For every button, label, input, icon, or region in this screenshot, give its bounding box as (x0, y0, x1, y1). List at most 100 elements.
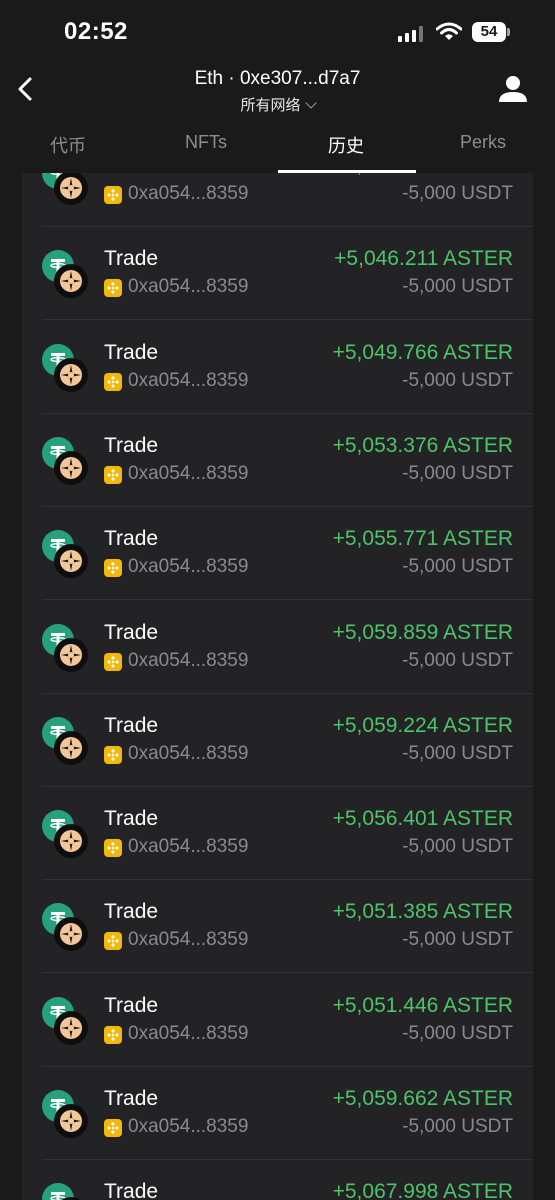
received-amount: +5,051.446 ASTER (332, 993, 513, 1017)
transaction-type: Trade (104, 173, 158, 178)
transaction-row[interactable]: Trade 0xa054...8359 +5,053.376 ASTER -5,000… (42, 413, 533, 507)
transaction-row[interactable]: Trade 0xa054...8359 +5,051.385 ASTER -5,000… (42, 879, 533, 974)
transaction-type: Trade (104, 247, 159, 271)
transaction-type: Trade (104, 807, 159, 831)
transaction-type: Trade (104, 433, 159, 457)
bnb-chain-icon (104, 372, 122, 391)
counterparty-address: 0xa054...8359 (128, 276, 249, 298)
counterparty-address: 0xa054...8359 (128, 462, 249, 484)
transaction-type: Trade (104, 900, 159, 924)
received-amount: +5,051.385 ASTER (332, 900, 513, 924)
transaction-row[interactable]: Trade 0xa054...8359 +5,051.446 ASTER -5,000… (42, 973, 533, 1067)
aster-icon (54, 1010, 88, 1045)
header-title-group[interactable]: Eth · 0xe307...d7a7 所有网络 (0, 68, 555, 115)
received-amount: +5,056.401 ASTER (332, 807, 513, 831)
active-tab-indicator (278, 170, 416, 173)
bnb-chain-icon (104, 1025, 122, 1044)
received-amount: +5,059.859 ASTER (332, 620, 513, 644)
aster-icon (54, 173, 88, 205)
transaction-row[interactable]: Trade 0xa054...8359 +5,055.771 ASTER -5,000… (42, 506, 533, 601)
bnb-chain-icon (104, 1119, 122, 1137)
sent-amount: -5,000 USDT (402, 462, 513, 484)
aster-icon (54, 637, 88, 672)
sent-amount: -5,000 USDT (402, 742, 513, 764)
cellular-signal-icon (398, 26, 424, 42)
profile-icon[interactable] (498, 74, 528, 104)
sent-amount: -5,000 USDT (402, 1116, 513, 1137)
transaction-row[interactable]: Trade0xa054...8359+5,067.998 ASTER-5,000… (42, 1159, 533, 1200)
transaction-type: Trade (104, 340, 159, 364)
transaction-row[interactable]: Trade 0xa054...8359 +5,059.662 ASTER -5,000… (42, 1066, 533, 1160)
transaction-type: Trade (104, 527, 159, 551)
bnb-chain-icon (104, 745, 122, 764)
status-bar: 02:52 54 (0, 0, 555, 62)
aster-icon (54, 824, 88, 859)
sent-amount: -5,000 USDT (402, 276, 513, 298)
counterparty-address: 0xa054...8359 (128, 556, 249, 578)
transaction-row[interactable]: Trade 0xa054...8359 +5,046.891 ASTER -5,000… (42, 173, 533, 227)
battery-cap (507, 28, 510, 36)
sent-amount: -5,000 USDT (402, 556, 513, 578)
wallet-title: Eth · 0xe307...d7a7 (194, 68, 361, 89)
sent-amount: -5,000 USDT (402, 836, 513, 858)
bnb-chain-icon (104, 652, 122, 671)
transaction-row[interactable]: Trade 0xa054...8359 +5,049.766 ASTER -5,000… (42, 320, 533, 414)
tab-perks[interactable]: Perks (460, 132, 506, 153)
bnb-chain-icon (104, 839, 122, 858)
aster-icon (54, 357, 88, 392)
counterparty-address: 0xa054...8359 (128, 649, 249, 671)
transaction-type: Trade (104, 1180, 159, 1200)
received-amount: +5,046.211 ASTER (334, 247, 513, 271)
transaction-type: Trade (104, 713, 159, 737)
transaction-type: Trade (104, 993, 159, 1017)
tab-bar: 代币 NFTs 历史 Perks (0, 120, 555, 173)
counterparty-address: 0xa054...8359 (128, 1116, 249, 1137)
received-amount: +5,067.998 ASTER (332, 1180, 513, 1200)
received-amount: +5,049.766 ASTER (332, 340, 513, 364)
aster-icon (54, 1104, 88, 1138)
tab-history[interactable]: 历史 (328, 132, 364, 158)
transaction-row[interactable]: Trade 0xa054...8359 +5,056.401 ASTER -5,000… (42, 786, 533, 881)
sent-amount: -5,000 USDT (402, 1022, 513, 1044)
bnb-chain-icon (104, 186, 122, 204)
wallet-history-screen: 02:52 54 Eth · 0xe307...d7a7 所有网络 代币 NFT… (0, 0, 555, 1200)
bnb-chain-icon (104, 932, 122, 951)
battery-icon: 54 (472, 22, 506, 42)
received-amount: +5,053.376 ASTER (332, 433, 513, 457)
counterparty-address: 0xa054...8359 (128, 369, 249, 391)
bnb-chain-icon (104, 465, 122, 484)
sent-amount: -5,000 USDT (402, 649, 513, 671)
sent-amount: -5,000 USDT (402, 183, 513, 204)
counterparty-address: 0xa054...8359 (128, 836, 249, 858)
counterparty-address: 0xa054...8359 (128, 183, 249, 204)
counterparty-address: 0xa054...8359 (128, 1022, 249, 1044)
tab-nfts[interactable]: NFTs (185, 132, 227, 153)
counterparty-address: 0xa054...8359 (128, 742, 249, 764)
aster-icon (54, 544, 88, 579)
counterparty-address: 0xa054...8359 (128, 929, 249, 951)
transaction-type: Trade (104, 620, 159, 644)
bnb-chain-icon (104, 279, 122, 298)
aster-icon (54, 917, 88, 952)
transaction-row[interactable]: Trade 0xa054...8359 +5,059.224 ASTER -5,000… (42, 693, 533, 787)
app-header: Eth · 0xe307...d7a7 所有网络 (0, 62, 555, 120)
aster-icon (54, 264, 88, 299)
network-selector[interactable]: 所有网络 (0, 94, 555, 115)
received-amount: +5,059.224 ASTER (332, 713, 513, 737)
transaction-row[interactable]: Trade 0xa054...8359 +5,059.859 ASTER -5,000… (42, 600, 533, 694)
transaction-list[interactable]: Trade 0xa054...8359 +5,046.891 ASTER -5,000… (22, 173, 533, 1200)
tab-tokens[interactable]: 代币 (50, 132, 86, 158)
sent-amount: -5,000 USDT (402, 929, 513, 951)
received-amount: +5,055.771 ASTER (332, 527, 513, 551)
chevron-down-icon (304, 97, 317, 109)
status-time: 02:52 (64, 18, 128, 45)
bnb-chain-icon (104, 559, 122, 578)
wifi-icon (436, 22, 462, 40)
transaction-type: Trade (104, 1087, 159, 1110)
received-amount: +5,046.891 ASTER (333, 173, 513, 178)
aster-icon (54, 450, 88, 485)
network-label: 所有网络 (240, 97, 301, 114)
received-amount: +5,059.662 ASTER (332, 1087, 513, 1110)
transaction-row[interactable]: Trade 0xa054...8359 +5,046.211 ASTER -5,000… (42, 226, 533, 321)
aster-icon (54, 730, 88, 765)
